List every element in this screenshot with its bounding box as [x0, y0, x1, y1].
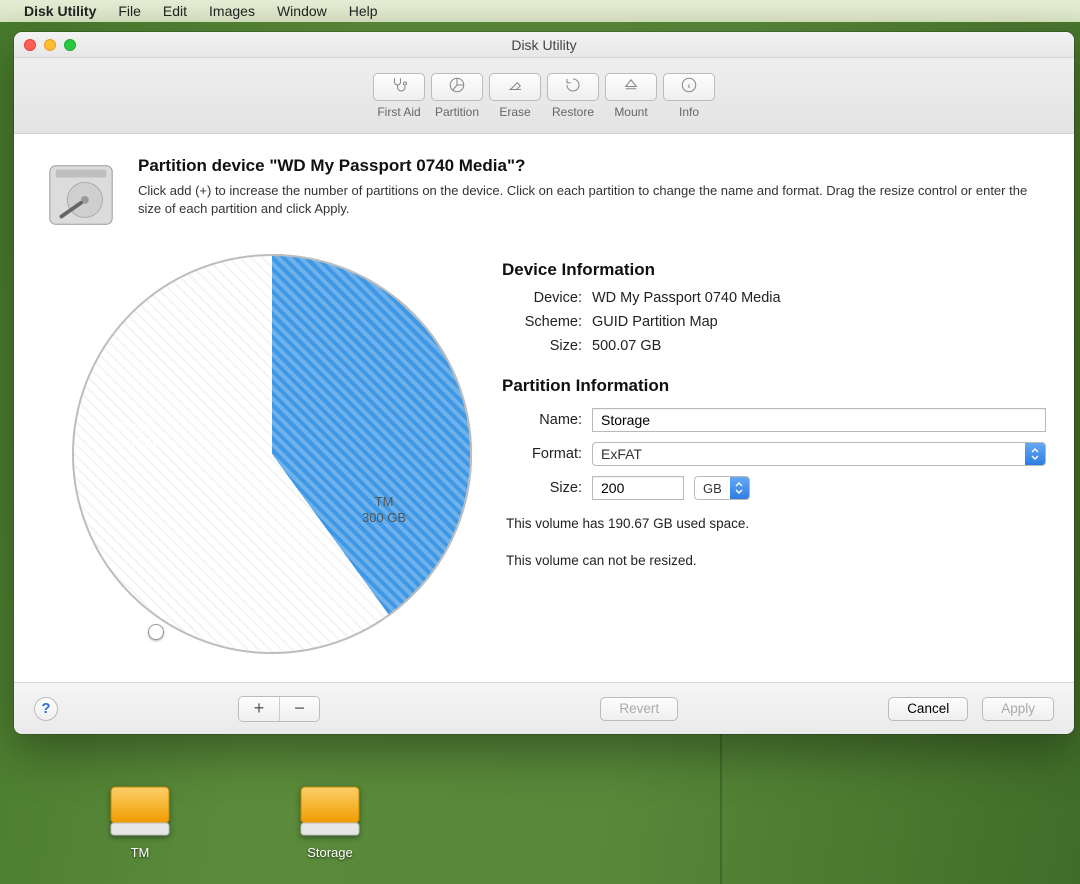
window-title: Disk Utility: [14, 37, 1074, 53]
add-partition-button[interactable]: +: [239, 697, 279, 721]
menubar-images[interactable]: Images: [209, 3, 255, 19]
partition-info-heading: Partition Information: [502, 376, 1046, 396]
partition-label: Partition: [435, 105, 479, 119]
mount-label: Mount: [614, 105, 647, 119]
hard-disk-icon: [42, 156, 120, 234]
help-button[interactable]: ?: [34, 697, 58, 721]
menubar-file[interactable]: File: [118, 3, 141, 19]
partition-pie-chart[interactable]: Storage 200 GB TM 300 GB: [42, 254, 482, 674]
menubar-edit[interactable]: Edit: [163, 3, 187, 19]
chevron-updown-icon: [730, 477, 749, 499]
chevron-updown-icon: [1025, 443, 1045, 465]
device-value: WD My Passport 0740 Media: [592, 290, 781, 306]
resize-note: This volume can not be resized.: [506, 553, 1046, 568]
devsize-key: Size:: [502, 338, 582, 354]
cancel-button[interactable]: Cancel: [888, 697, 968, 721]
restore-icon: [564, 76, 582, 97]
sheet-description: Click add (+) to increase the number of …: [138, 182, 1046, 217]
stethoscope-icon: [390, 76, 408, 97]
partition-sheet: Partition device "WD My Passport 0740 Me…: [14, 134, 1074, 682]
pie-slice-storage-label: Storage 200 GB: [112, 419, 158, 452]
partition-size-input[interactable]: [592, 476, 684, 500]
scheme-key: Scheme:: [502, 314, 582, 330]
window-titlebar[interactable]: Disk Utility: [14, 32, 1074, 58]
size-unit-select[interactable]: GB: [694, 476, 750, 500]
size-key: Size:: [502, 480, 582, 496]
desktop-drive-storage[interactable]: Storage: [290, 783, 370, 860]
format-select[interactable]: ExFAT: [592, 442, 1046, 466]
revert-button[interactable]: Revert: [600, 697, 678, 721]
desktop-drive-tm[interactable]: TM: [100, 783, 180, 860]
external-drive-icon: [297, 783, 363, 839]
toolbar: First Aid Partition Erase: [14, 58, 1074, 134]
devsize-value: 500.07 GB: [592, 338, 661, 354]
pie-slice-tm-label: TM 300 GB: [362, 494, 406, 527]
button-bar: ? + − Revert Cancel Apply: [14, 682, 1074, 734]
erase-button[interactable]: [489, 73, 541, 101]
first-aid-label: First Aid: [377, 105, 420, 119]
info-button[interactable]: [663, 73, 715, 101]
info-icon: [680, 76, 698, 97]
add-remove-segment: + −: [238, 696, 320, 722]
used-space-note: This volume has 190.67 GB used space.: [506, 516, 1046, 531]
erase-icon: [506, 76, 524, 97]
mac-menubar: Disk Utility File Edit Images Window Hel…: [0, 0, 1080, 22]
partition-name-input[interactable]: [592, 408, 1046, 432]
erase-label: Erase: [499, 105, 530, 119]
restore-label: Restore: [552, 105, 594, 119]
menubar-help[interactable]: Help: [349, 3, 378, 19]
restore-button[interactable]: [547, 73, 599, 101]
device-key: Device:: [502, 290, 582, 306]
desktop-drive-tm-label: TM: [131, 845, 150, 860]
menubar-window[interactable]: Window: [277, 3, 327, 19]
apply-button[interactable]: Apply: [982, 697, 1054, 721]
scheme-value: GUID Partition Map: [592, 314, 718, 330]
desktop-drive-storage-label: Storage: [307, 845, 353, 860]
info-label: Info: [679, 105, 699, 119]
first-aid-button[interactable]: [373, 73, 425, 101]
eject-icon: [622, 76, 640, 97]
mount-button[interactable]: [605, 73, 657, 101]
format-value: ExFAT: [593, 446, 1025, 462]
name-key: Name:: [502, 412, 582, 428]
device-info-heading: Device Information: [502, 260, 1046, 280]
partition-button[interactable]: [431, 73, 483, 101]
menubar-app[interactable]: Disk Utility: [24, 3, 96, 19]
external-drive-icon: [107, 783, 173, 839]
size-unit-value: GB: [695, 481, 730, 496]
sheet-title: Partition device "WD My Passport 0740 Me…: [138, 156, 1046, 176]
disk-utility-window: Disk Utility First Aid Partition: [14, 32, 1074, 734]
pie-resize-handle[interactable]: [148, 624, 164, 640]
remove-partition-button[interactable]: −: [279, 697, 319, 721]
format-key: Format:: [502, 446, 582, 462]
pie-icon: [448, 76, 466, 97]
